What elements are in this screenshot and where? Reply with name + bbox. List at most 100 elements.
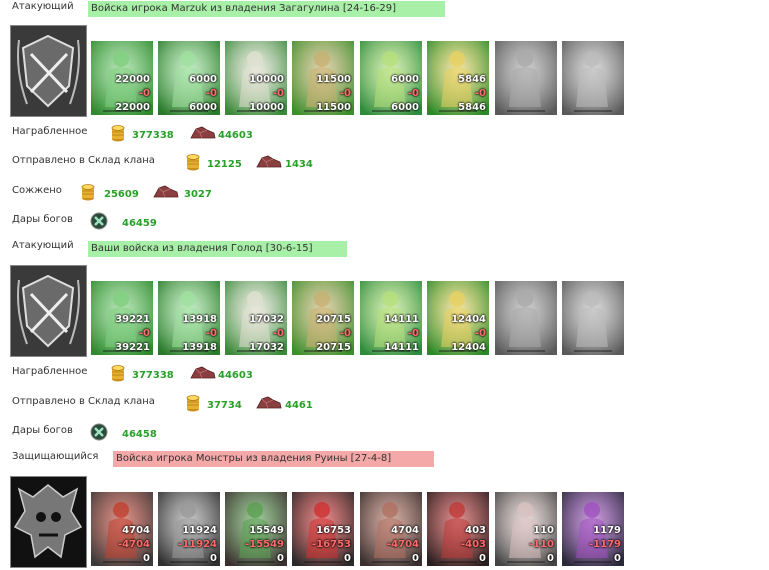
god-gift-icon [90, 423, 108, 444]
army-banner: Войска игрока Монстры из владения Руины … [113, 451, 434, 467]
unit-count-lost: -0 [205, 88, 217, 99]
unit-count-after: 22000 [115, 102, 150, 113]
unit-count-after: 17032 [249, 342, 284, 353]
ore-icon [153, 183, 179, 202]
resource-value: 44603 [218, 130, 253, 141]
unit-card[interactable]: 17032 -0 17032 [225, 281, 287, 355]
unit-count-after: 6000 [391, 102, 419, 113]
unit-card[interactable] [495, 281, 557, 355]
unit-count-before: 403 [465, 525, 486, 536]
unit-count-lost: -0 [474, 88, 486, 99]
unit-count-lost: -16753 [312, 539, 351, 550]
unit-count-lost: -0 [272, 328, 284, 339]
unit-count-before: 4704 [391, 525, 419, 536]
unit-count-lost: -1179 [589, 539, 621, 550]
unit-card[interactable]: 4704 -4704 0 [360, 492, 422, 566]
side-role-label: Защищающийся [12, 451, 99, 462]
ore-icon [190, 124, 216, 143]
unit-count-after: 0 [547, 553, 554, 564]
unit-count-before: 22000 [115, 74, 150, 85]
gold-coins-icon [185, 153, 201, 174]
ore-icon [256, 394, 282, 413]
unit-count-before: 17032 [249, 314, 284, 325]
unit-count-lost: -0 [205, 328, 217, 339]
unit-card[interactable] [495, 41, 557, 115]
resource-row-label: Отправлено в Склад клана [12, 396, 155, 407]
unit-count-lost: -11924 [178, 539, 217, 550]
unit-count-lost: -0 [474, 328, 486, 339]
resource-row-label: Награбленное [12, 126, 88, 137]
gold-coins-icon [185, 394, 201, 415]
unit-count-after: 14111 [384, 342, 419, 353]
unit-card[interactable]: 14111 -0 14111 [360, 281, 422, 355]
unit-count-before: 20715 [316, 314, 351, 325]
unit-card[interactable]: 39221 -0 39221 [91, 281, 153, 355]
unit-card[interactable]: 403 -403 0 [427, 492, 489, 566]
unit-count-lost: -0 [272, 88, 284, 99]
unit-count-after: 0 [210, 553, 217, 564]
unit-count-before: 15549 [249, 525, 284, 536]
unit-count-lost: -0 [407, 328, 419, 339]
demon-skull-crest[interactable] [10, 476, 87, 568]
unit-card[interactable]: 13918 -0 13918 [158, 281, 220, 355]
unit-count-before: 110 [533, 525, 554, 536]
side-role-label: Атакующий [12, 240, 74, 251]
resource-value: 44603 [218, 370, 253, 381]
resource-value: 4461 [285, 400, 313, 411]
unit-card[interactable]: 11924 -11924 0 [158, 492, 220, 566]
resource-row-label: Дары богов [12, 425, 73, 436]
unit-count-lost: -110 [528, 539, 554, 550]
army-banner: Войска игрока Marzuk из владения Загагул… [88, 1, 445, 17]
army-banner: Ваши войска из владения Голод [30-6-15] [88, 241, 347, 257]
resource-value: 12125 [207, 159, 242, 170]
unit-card[interactable]: 15549 -15549 0 [225, 492, 287, 566]
unit-card[interactable]: 12404 -0 12404 [427, 281, 489, 355]
ore-icon [256, 153, 282, 172]
resource-value: 3027 [184, 189, 212, 200]
shield-crossed-swords-crest[interactable] [10, 265, 87, 357]
unit-count-lost: -4704 [387, 539, 419, 550]
unit-count-before: 1179 [593, 525, 621, 536]
unit-count-lost: -4704 [118, 539, 150, 550]
unit-card[interactable]: 6000 -0 6000 [158, 41, 220, 115]
unit-count-before: 11924 [182, 525, 217, 536]
god-gift-icon [90, 212, 108, 233]
unit-card[interactable]: 22000 -0 22000 [91, 41, 153, 115]
unit-card[interactable]: 1179 -1179 0 [562, 492, 624, 566]
unit-card[interactable] [562, 41, 624, 115]
unit-card[interactable]: 16753 -16753 0 [292, 492, 354, 566]
unit-count-after: 20715 [316, 342, 351, 353]
grey-monk-icon [495, 281, 557, 355]
resource-value: 377338 [132, 370, 174, 381]
unit-card[interactable]: 11500 -0 11500 [292, 41, 354, 115]
unit-count-lost: -0 [138, 88, 150, 99]
shield-crossed-swords-crest[interactable] [10, 25, 87, 117]
resource-value: 46458 [122, 429, 157, 440]
unit-card[interactable]: 4704 -4704 0 [91, 492, 153, 566]
side-role-label: Атакующий [12, 1, 74, 12]
ore-icon [190, 364, 216, 383]
unit-count-lost: -0 [339, 88, 351, 99]
unit-card[interactable] [562, 281, 624, 355]
resource-value: 37734 [207, 400, 242, 411]
grey-monk-icon [495, 41, 557, 115]
unit-card[interactable]: 20715 -0 20715 [292, 281, 354, 355]
resource-row-label: Награбленное [12, 366, 88, 377]
gold-coins-icon [80, 183, 96, 204]
grey-mage-icon [562, 41, 624, 115]
unit-count-before: 6000 [391, 74, 419, 85]
unit-card[interactable]: 5846 -0 5846 [427, 41, 489, 115]
unit-count-before: 13918 [182, 314, 217, 325]
resource-row-label: Сожжено [12, 185, 62, 196]
gold-coins-icon [110, 124, 126, 145]
unit-count-after: 6000 [189, 102, 217, 113]
unit-count-before: 11500 [316, 74, 351, 85]
unit-count-lost: -15549 [245, 539, 284, 550]
unit-card[interactable]: 110 -110 0 [495, 492, 557, 566]
unit-count-before: 5846 [458, 74, 486, 85]
unit-count-after: 0 [143, 553, 150, 564]
unit-count-lost: -0 [138, 328, 150, 339]
unit-card[interactable]: 6000 -0 6000 [360, 41, 422, 115]
unit-card[interactable]: 10000 -0 10000 [225, 41, 287, 115]
unit-count-after: 0 [277, 553, 284, 564]
